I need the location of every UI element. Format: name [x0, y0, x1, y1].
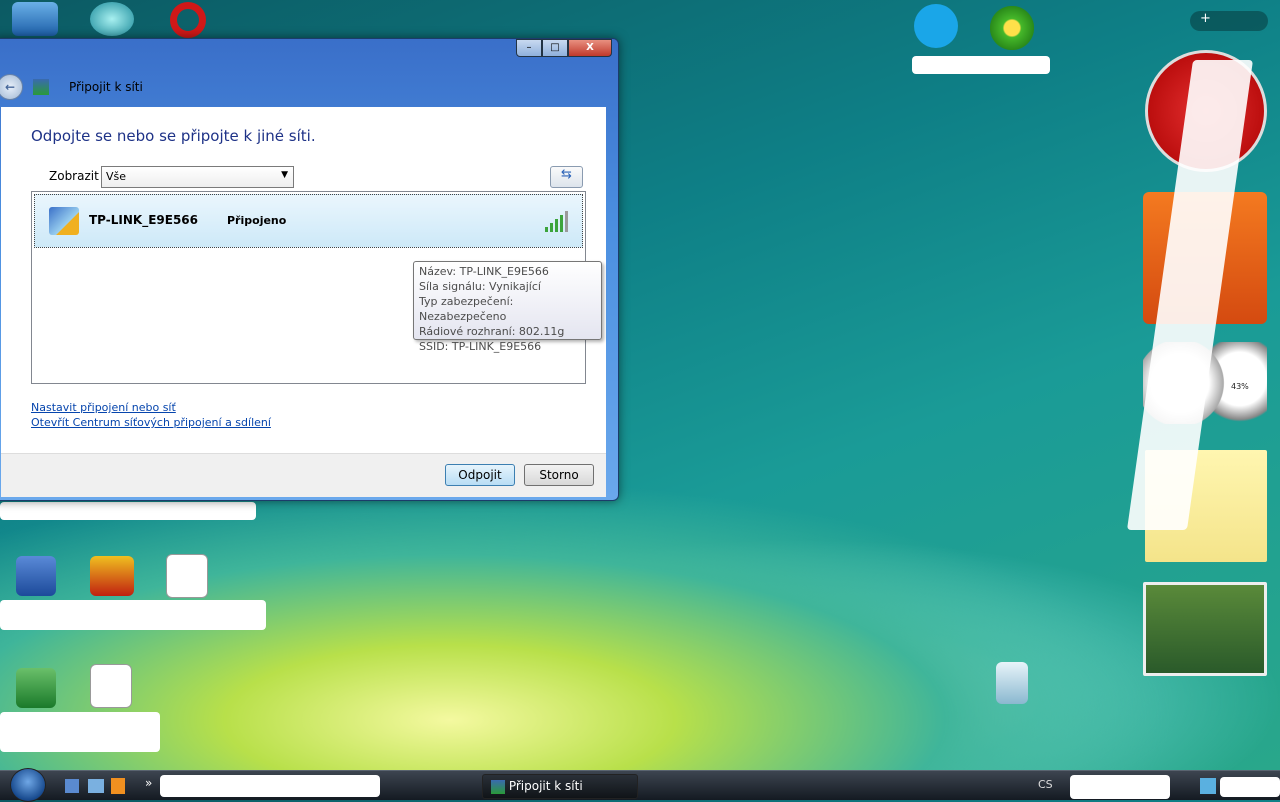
- taskbar-item-connect[interactable]: Připojit k síti: [482, 774, 638, 799]
- signal-strength-icon: [545, 211, 568, 232]
- recycle-bin-icon[interactable]: [996, 662, 1028, 704]
- network-status: Připojeno: [227, 214, 287, 227]
- redaction: [0, 600, 266, 630]
- icq-icon[interactable]: [990, 6, 1034, 50]
- back-button[interactable]: ←: [0, 74, 23, 100]
- slideshow-gadget[interactable]: [1143, 582, 1267, 676]
- redaction: [1220, 777, 1280, 797]
- redaction: [0, 712, 160, 752]
- wireless-network-shield-icon: [49, 207, 79, 235]
- disconnect-button[interactable]: Odpojit: [445, 464, 515, 486]
- network-name: TP-LINK_E9E566: [89, 213, 198, 227]
- show-filter-value: Vše: [106, 170, 127, 183]
- skype-icon[interactable]: [914, 4, 958, 48]
- window-title: Připojit k síti: [69, 80, 143, 94]
- chevron-down-icon: ▼: [281, 170, 288, 180]
- network-icon: [33, 79, 49, 95]
- redaction: [0, 502, 256, 520]
- switch-windows-icon[interactable]: [88, 779, 104, 793]
- show-desktop-icon[interactable]: [65, 779, 79, 793]
- tooltip-line: Rádiové rozhraní: 802.11g: [419, 325, 565, 338]
- cpu-percent: 43%: [1231, 382, 1249, 391]
- maximize-button[interactable]: □: [542, 39, 568, 57]
- network-row[interactable]: TP-LINK_E9E566 Připojeno: [34, 194, 583, 248]
- show-label: Zobrazit: [49, 169, 99, 183]
- redaction: [912, 56, 1050, 74]
- redaction: [1070, 775, 1170, 799]
- language-indicator[interactable]: CS: [1038, 778, 1053, 791]
- word-doc-icon[interactable]: [166, 554, 208, 598]
- setup-connection-link[interactable]: Nastavit připojení nebo síť: [31, 401, 176, 414]
- taskbar-item-label: Připojit k síti: [508, 779, 583, 793]
- tooltip-line: Síla signálu: Vynikající: [419, 280, 541, 293]
- cancel-button[interactable]: Storno: [524, 464, 594, 486]
- close-button[interactable]: X: [568, 39, 612, 57]
- network-tray-icon[interactable]: [1200, 778, 1216, 794]
- redaction: [160, 775, 380, 797]
- tooltip-line: SSID: TP-LINK_E9E566: [419, 340, 542, 353]
- start-button[interactable]: [10, 768, 46, 802]
- minimize-button[interactable]: –: [516, 39, 542, 57]
- app-icon[interactable]: [90, 2, 134, 36]
- tooltip-line: Název: TP-LINK_E9E566: [419, 265, 549, 278]
- m2-icon[interactable]: [90, 556, 134, 596]
- word-icon[interactable]: [16, 556, 56, 596]
- quicklaunch-more[interactable]: »: [145, 776, 152, 790]
- refresh-button[interactable]: ⇆: [550, 166, 583, 188]
- word-doc-icon[interactable]: [90, 664, 132, 708]
- media-player-icon[interactable]: [111, 778, 125, 794]
- refresh-icon: ⇆: [561, 167, 572, 182]
- sidebar-controls[interactable]: +: [1190, 11, 1268, 31]
- taskbar: » Připojit k síti CS: [0, 768, 1280, 802]
- page-heading: Odpojte se nebo se připojte k jiné síti.: [31, 127, 316, 145]
- show-filter-select[interactable]: Vše ▼: [101, 166, 294, 188]
- opera-icon[interactable]: [170, 2, 206, 38]
- excel-icon[interactable]: [16, 668, 56, 708]
- network-tooltip: Název: TP-LINK_E9E566 Síla signálu: Vyni…: [413, 261, 602, 353]
- network-center-link[interactable]: Otevřít Centrum síťových připojení a sdí…: [31, 416, 271, 429]
- network-icon: [491, 779, 505, 794]
- tooltip-line: Typ zabezpečení: Nezabezpečeno: [419, 295, 514, 323]
- computer-icon[interactable]: [12, 2, 58, 36]
